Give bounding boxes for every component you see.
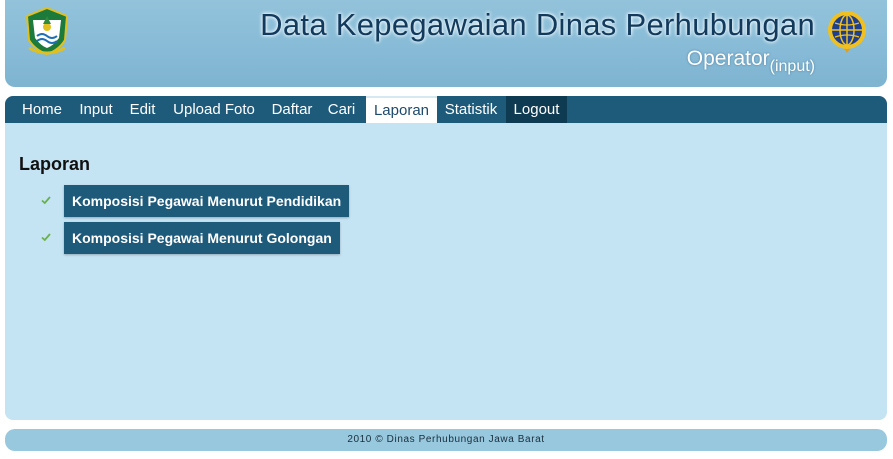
nav-cari[interactable]: Cari [324,96,359,123]
role-sub-label: (input) [769,58,815,75]
check-icon [41,233,51,242]
check-icon [41,196,51,205]
nav-input[interactable]: Input [74,96,118,123]
west-java-emblem-icon [25,6,69,56]
nav-laporan[interactable]: Laporan [366,96,437,123]
nav-upload-foto[interactable]: Upload Foto [168,96,260,123]
nav-logout[interactable]: Logout [506,96,567,123]
report-golongan-button[interactable]: Komposisi Pegawai Menurut Golongan [64,222,340,254]
dishub-emblem-icon [828,11,866,53]
page-header: Data Kepegawaian Dinas Perhubungan Opera… [5,0,887,87]
page-title: Laporan [19,154,91,174]
role-label: Operator [686,47,770,70]
user-role: Operator(input) [686,47,815,75]
page-footer: 2010 © Dinas Perhubungan Jawa Barat [5,429,887,451]
main-content: Laporan Komposisi Pegawai Menurut Pendid… [5,123,887,420]
nav-statistik[interactable]: Statistik [441,96,501,123]
report-pendidikan-button[interactable]: Komposisi Pegawai Menurut Pendidikan [64,185,350,217]
main-navigation: Home Input Edit Upload Foto Daftar Cari … [5,96,887,123]
nav-home[interactable]: Home [16,96,68,123]
site-title: Data Kepegawaian Dinas Perhubungan [260,7,815,42]
nav-daftar[interactable]: Daftar [267,96,317,123]
nav-edit[interactable]: Edit [125,96,160,123]
